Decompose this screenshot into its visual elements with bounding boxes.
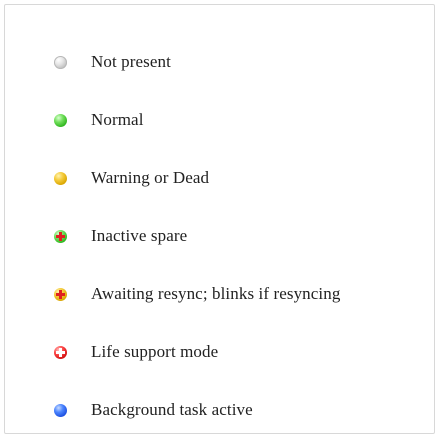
- red-plus-dot-icon: [54, 345, 67, 359]
- blue-status-dot-icon: [54, 403, 67, 417]
- legend-label: Not present: [91, 52, 171, 71]
- green-status-dot-icon: [54, 113, 67, 127]
- legend-label: Normal: [91, 110, 144, 129]
- plus-icon: [54, 346, 67, 359]
- legend-label: Background task active: [91, 400, 253, 419]
- legend-item-inactive-spare: Inactive spare: [5, 207, 340, 265]
- plus-icon: [54, 230, 67, 243]
- legend-item-awaiting-resync: Awaiting resync; blinks if resyncing: [5, 265, 340, 323]
- legend-item-warning-or-dead: Warning or Dead: [5, 149, 340, 207]
- legend-label: Inactive spare: [91, 226, 188, 245]
- legend-item-normal: Normal: [5, 91, 340, 149]
- legend-item-not-present: Not present: [5, 33, 340, 91]
- gray-status-dot-icon: [54, 55, 67, 69]
- green-plus-dot-icon: [54, 229, 67, 243]
- legend-label: Awaiting resync; blinks if resyncing: [91, 284, 341, 303]
- legend-item-life-support-mode: Life support mode: [5, 323, 340, 381]
- plus-icon: [54, 288, 67, 301]
- yellow-plus-dot-icon: [54, 287, 67, 301]
- status-legend-list: Not present Normal Warning or Dead Inact…: [5, 33, 340, 439]
- legend-label: Life support mode: [91, 342, 219, 361]
- status-legend-panel: Not present Normal Warning or Dead Inact…: [4, 4, 435, 434]
- legend-item-background-task-active: Background task active: [5, 381, 340, 439]
- yellow-status-dot-icon: [54, 171, 67, 185]
- legend-label: Warning or Dead: [91, 168, 210, 187]
